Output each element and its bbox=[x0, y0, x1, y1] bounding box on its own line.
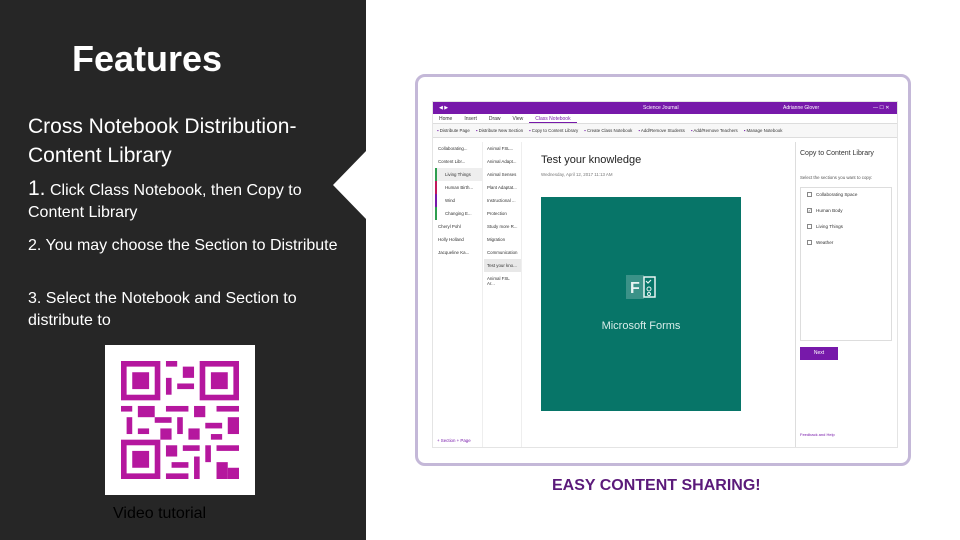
list-item[interactable]: Changing E... bbox=[435, 207, 482, 220]
checklist-item[interactable]: ✓ Human Body bbox=[801, 204, 891, 220]
add-remove-students-button[interactable]: Add/Remove Students bbox=[638, 128, 685, 133]
video-tutorial-label[interactable]: Video tutorial bbox=[113, 505, 206, 523]
checklist-label: Collaborating Space bbox=[816, 192, 858, 197]
checkbox[interactable] bbox=[807, 240, 812, 246]
page-date: Wednesday, April 12, 2017 11:13 AM bbox=[541, 172, 613, 177]
list-item[interactable]: Human Birth... bbox=[435, 181, 482, 194]
back-icon[interactable]: ◀ ▶ bbox=[439, 105, 448, 111]
ribbon-tabs: Home Insert Draw View Class Notebook bbox=[433, 114, 897, 124]
list-item[interactable]: Test your kno... bbox=[484, 259, 521, 272]
qr-code-icon bbox=[121, 361, 239, 479]
microsoft-forms-embed[interactable]: F Microsoft Forms bbox=[541, 197, 741, 411]
window-title: Science Journal bbox=[643, 105, 679, 111]
list-item[interactable]: Holly Holland bbox=[435, 233, 482, 246]
list-item[interactable]: Animal FSL... bbox=[484, 142, 521, 155]
checklist-item[interactable]: Living Things bbox=[801, 220, 891, 236]
caption: EASY CONTENT SHARING! bbox=[552, 477, 761, 494]
tab-insert[interactable]: Insert bbox=[458, 114, 483, 123]
onenote-window: ◀ ▶ Science Journal Adrianne Glover — ☐ … bbox=[432, 101, 898, 448]
callout-pointer bbox=[333, 150, 367, 220]
ribbon-toolbar: Distribute Page Distribute New Section C… bbox=[433, 124, 897, 138]
page-list: Animal FSL... Animal Adapt... Animal Sen… bbox=[484, 142, 522, 447]
add-remove-teachers-button[interactable]: Add/Remove Teachers bbox=[691, 128, 737, 133]
list-item[interactable]: Migration bbox=[484, 233, 521, 246]
step-2: 2. You may choose the Section to Distrib… bbox=[28, 237, 338, 254]
tab-home[interactable]: Home bbox=[433, 114, 458, 123]
checklist-label: Living Things bbox=[816, 224, 843, 229]
list-item[interactable]: Collaborating... bbox=[435, 142, 482, 155]
checkbox[interactable] bbox=[807, 224, 812, 230]
forms-label: Microsoft Forms bbox=[601, 320, 681, 332]
step-1-number: 1. bbox=[28, 177, 46, 200]
tab-class-notebook[interactable]: Class Notebook bbox=[529, 114, 577, 123]
window-controls-icon[interactable]: — ☐ ✕ bbox=[873, 105, 889, 111]
list-item[interactable]: Wind bbox=[435, 194, 482, 207]
forms-logo-icon: F bbox=[626, 275, 656, 299]
pane-title: Copy to Content Library bbox=[800, 150, 874, 157]
step-1-text: Click Class Notebook, then Copy to Conte… bbox=[28, 182, 302, 221]
step-3: 3. Select the Notebook and Section to di… bbox=[28, 290, 297, 329]
copy-to-content-library-button[interactable]: Copy to Content Library bbox=[529, 128, 578, 133]
list-item[interactable]: Animal Senses bbox=[484, 168, 521, 181]
left-panel: Features Cross Notebook Distribution- Co… bbox=[0, 0, 366, 540]
qr-code[interactable] bbox=[105, 345, 255, 495]
window-titlebar: ◀ ▶ Science Journal Adrianne Glover — ☐ … bbox=[433, 102, 897, 114]
section-checklist: Collaborating Space ✓ Human Body Living T… bbox=[800, 187, 892, 341]
checklist-label: Human Body bbox=[816, 208, 843, 213]
copy-to-content-library-pane: Copy to Content Library Select the secti… bbox=[795, 142, 897, 447]
feature-heading: Cross Notebook Distribution- Content Lib… bbox=[28, 115, 297, 167]
checkbox[interactable] bbox=[807, 192, 812, 198]
slide: Features Cross Notebook Distribution- Co… bbox=[0, 0, 960, 540]
page-content: Test your knowledge Wednesday, April 12,… bbox=[533, 142, 783, 442]
list-item[interactable]: Cheryl Pohl bbox=[435, 220, 482, 233]
slide-title: Features bbox=[72, 38, 223, 79]
tab-draw[interactable]: Draw bbox=[483, 114, 507, 123]
next-button[interactable]: Next bbox=[800, 347, 838, 360]
list-item[interactable]: Animal Adapt... bbox=[484, 155, 521, 168]
svg-text:F: F bbox=[630, 280, 640, 297]
tab-view[interactable]: View bbox=[507, 114, 530, 123]
manage-notebook-button[interactable]: Manage Notebook bbox=[744, 128, 783, 133]
screenshot-frame: ◀ ▶ Science Journal Adrianne Glover — ☐ … bbox=[415, 74, 911, 466]
add-section-page-links[interactable]: + Section + Page bbox=[437, 438, 471, 443]
list-item[interactable]: Study more R... bbox=[484, 220, 521, 233]
list-item[interactable]: Jacqueline Ka... bbox=[435, 246, 482, 259]
checklist-item[interactable]: Weather bbox=[801, 236, 891, 252]
checkbox-checked[interactable]: ✓ bbox=[807, 208, 812, 214]
list-item[interactable]: Animal FSL Ar... bbox=[484, 272, 521, 286]
list-item[interactable]: Instructional ... bbox=[484, 194, 521, 207]
user-name: Adrianne Glover bbox=[783, 105, 820, 111]
pane-instruction: Select the sections you want to copy: bbox=[800, 175, 873, 180]
checklist-item[interactable]: Collaborating Space bbox=[801, 188, 891, 204]
section-list: Collaborating... Content Libr... Living … bbox=[435, 142, 483, 447]
list-item[interactable]: Communication bbox=[484, 246, 521, 259]
checklist-label: Weather bbox=[816, 240, 834, 245]
list-item[interactable]: Content Libr... bbox=[435, 155, 482, 168]
create-class-notebook-button[interactable]: Create Class Notebook bbox=[584, 128, 632, 133]
distribute-page-button[interactable]: Distribute Page bbox=[437, 128, 470, 133]
feedback-link[interactable]: Feedback and Help bbox=[800, 432, 835, 437]
distribute-new-section-button[interactable]: Distribute New Section bbox=[476, 128, 523, 133]
list-item[interactable]: Protection bbox=[484, 207, 521, 220]
step-1: 1. Click Class Notebook, then Copy to Co… bbox=[28, 178, 348, 224]
page-title: Test your knowledge bbox=[541, 154, 642, 166]
list-item[interactable]: Living Things bbox=[435, 168, 482, 181]
list-item[interactable]: Plant Adaptat... bbox=[484, 181, 521, 194]
